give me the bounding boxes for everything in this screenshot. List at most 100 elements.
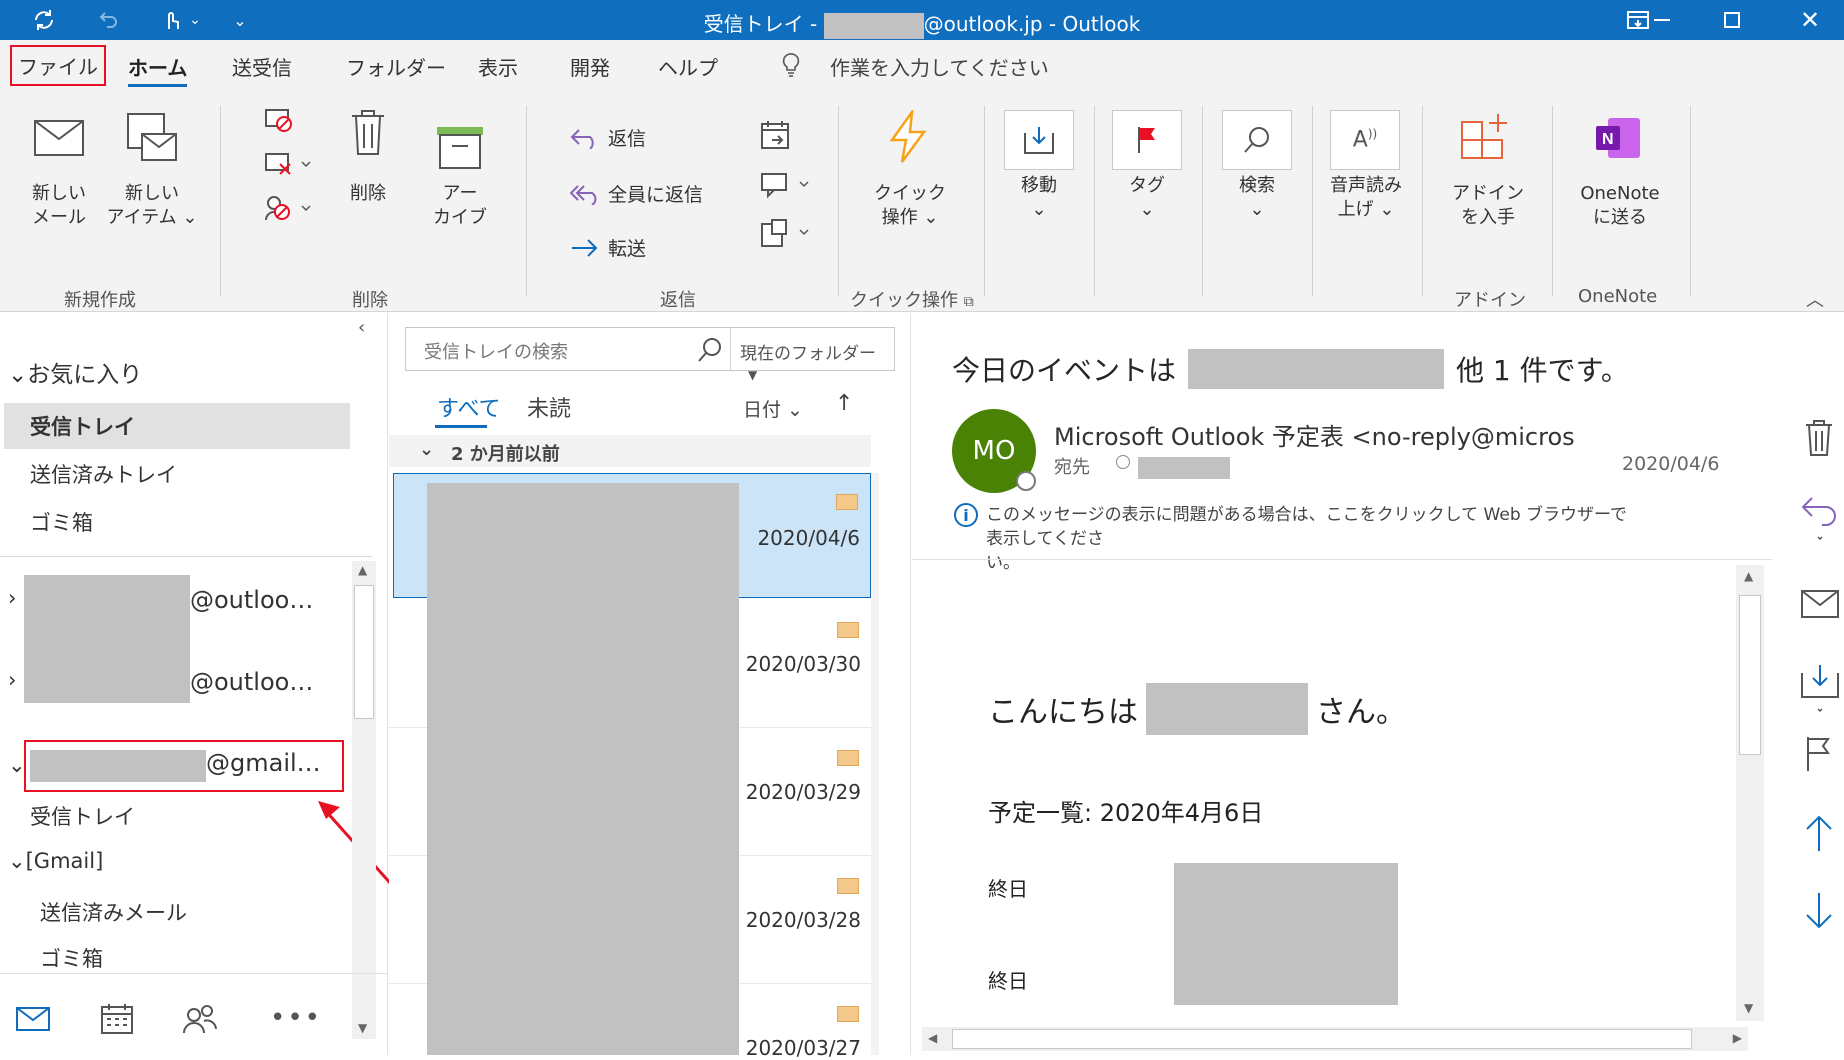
reading-vscrollbar[interactable]: ▲ ▼ bbox=[1736, 565, 1764, 1021]
reply-all-button[interactable]: 全員に返信 bbox=[570, 180, 703, 207]
folder-scrollbar[interactable]: ▲ ▼ bbox=[352, 561, 376, 1039]
read-aloud-button[interactable]: 音声読み 上げ ⌄ bbox=[1318, 174, 1414, 222]
move-icon[interactable] bbox=[1800, 663, 1840, 715]
message-date: 2020/03/27 bbox=[745, 1036, 861, 1060]
group-onenote-label: OneNote bbox=[1578, 286, 1658, 307]
scrollbar-thumb[interactable] bbox=[354, 585, 374, 719]
trash-icon[interactable] bbox=[350, 108, 386, 160]
title-bar: ⌄ ⌄ 受信トレイ - @outlook.jp - Outlook ✕ bbox=[0, 0, 1844, 40]
tell-me-search[interactable]: 作業を入力してください bbox=[830, 52, 1049, 81]
get-addins-button[interactable]: アドイン を入手 bbox=[1448, 182, 1528, 230]
filter-all-tab[interactable]: すべて bbox=[437, 391, 501, 423]
account-outlook-2[interactable]: @outloo… bbox=[190, 668, 313, 696]
delete-icon[interactable] bbox=[1804, 419, 1834, 457]
browser-view-notice[interactable]: このメッセージの表示に問題がある場合は、ここをクリックして Web ブラウザーで… bbox=[986, 503, 1636, 575]
sort-by-date[interactable]: 日付 ⌄ bbox=[743, 395, 803, 422]
people-nav-icon[interactable] bbox=[182, 1003, 218, 1039]
mail-nav-icon[interactable] bbox=[16, 1007, 50, 1035]
send-to-onenote-button[interactable]: OneNote に送る bbox=[1570, 182, 1670, 230]
gmail-sent[interactable]: 送信済みメール bbox=[40, 897, 187, 927]
favorites-header[interactable]: ⌄お気に入り bbox=[8, 355, 142, 389]
tab-developer[interactable]: 開発 bbox=[570, 52, 610, 81]
tab-send-receive[interactable]: 送受信 bbox=[232, 52, 292, 81]
redacted-block bbox=[427, 483, 739, 1055]
search-scope-dropdown[interactable]: 現在のフォルダー ▼ bbox=[740, 339, 894, 384]
folder-trash[interactable]: ゴミ箱 bbox=[30, 507, 93, 537]
cleanup-icon[interactable] bbox=[264, 150, 312, 182]
search-input[interactable]: 受信トレイの検索 bbox=[424, 338, 568, 364]
read-aloud-icon[interactable]: A)) bbox=[1330, 110, 1400, 170]
previous-item-icon[interactable] bbox=[1802, 813, 1836, 853]
forward-button[interactable]: 転送 bbox=[570, 234, 646, 261]
sender[interactable]: Microsoft Outlook 予定表 <no-reply@micros bbox=[1054, 417, 1575, 452]
tab-folder[interactable]: フォルダー bbox=[346, 52, 446, 81]
flag-icon[interactable] bbox=[1112, 110, 1182, 170]
gmail-inbox[interactable]: 受信トレイ bbox=[30, 801, 135, 831]
new-items-icon[interactable] bbox=[126, 112, 180, 168]
expand-icon[interactable]: › bbox=[8, 586, 16, 610]
more-nav-icon[interactable]: ••• bbox=[270, 1003, 322, 1033]
list-scrollbar[interactable] bbox=[871, 473, 879, 1055]
new-mail-button[interactable]: 新しい メール bbox=[24, 182, 94, 230]
find-button[interactable]: 検索 ⌄ bbox=[1222, 174, 1292, 222]
more-respond-icon[interactable] bbox=[760, 218, 812, 252]
onenote-icon[interactable]: N bbox=[1594, 116, 1642, 164]
scrollbar-thumb[interactable] bbox=[952, 1029, 1692, 1049]
group-quick-label: クイック操作 ⧉ bbox=[850, 290, 974, 311]
group-delete-label: 削除 bbox=[352, 290, 388, 311]
next-item-icon[interactable] bbox=[1802, 891, 1836, 931]
search-icon[interactable] bbox=[1222, 110, 1292, 170]
gmail-folder[interactable]: ⌄[Gmail] bbox=[8, 849, 103, 873]
ribbon-separator bbox=[984, 106, 985, 296]
group-header[interactable]: ⌄ 2 か月前以前 bbox=[389, 435, 871, 467]
reading-hscrollbar[interactable]: ◀ ▶ bbox=[922, 1027, 1748, 1051]
store-icon[interactable] bbox=[1460, 110, 1516, 166]
ignore-icon[interactable] bbox=[264, 106, 294, 138]
info-icon: i bbox=[954, 503, 978, 527]
new-items-button[interactable]: 新しい アイテム ⌄ bbox=[106, 182, 198, 230]
folder-sent[interactable]: 送信済みトレイ bbox=[30, 459, 177, 489]
scrollbar-thumb[interactable] bbox=[1739, 595, 1761, 755]
calendar-nav-icon[interactable] bbox=[100, 1003, 134, 1039]
tab-help[interactable]: ヘルプ bbox=[658, 52, 718, 81]
maximize-icon[interactable] bbox=[1718, 6, 1746, 34]
tags-button[interactable]: タグ ⌄ bbox=[1112, 174, 1182, 222]
filter-unread-tab[interactable]: 未読 bbox=[527, 391, 571, 423]
window-title: 受信トレイ - @outlook.jp - Outlook bbox=[0, 8, 1844, 39]
divider bbox=[0, 556, 372, 557]
tab-file[interactable]: ファイル bbox=[10, 45, 106, 86]
lightning-icon[interactable] bbox=[886, 107, 930, 168]
expand-icon[interactable]: › bbox=[8, 668, 16, 692]
mail-icon[interactable] bbox=[34, 120, 84, 160]
search-box[interactable]: 受信トレイの検索 現在のフォルダー ▼ bbox=[405, 327, 895, 382]
move-icon[interactable] bbox=[1004, 110, 1074, 170]
mark-read-icon[interactable] bbox=[1800, 589, 1840, 619]
gmail-trash[interactable]: ゴミ箱 bbox=[40, 943, 103, 973]
reply-icon[interactable] bbox=[1800, 493, 1840, 543]
im-icon[interactable] bbox=[760, 170, 812, 204]
tab-home[interactable]: ホーム bbox=[128, 52, 188, 87]
tab-view[interactable]: 表示 bbox=[478, 52, 518, 81]
sort-direction-icon[interactable]: ↑ bbox=[835, 391, 853, 416]
folder-inbox[interactable]: 受信トレイ bbox=[30, 411, 135, 441]
archive-icon[interactable] bbox=[436, 126, 484, 174]
flag-icon[interactable] bbox=[1802, 735, 1836, 775]
ribbon-separator bbox=[1202, 106, 1203, 296]
delete-button[interactable]: 削除 bbox=[340, 182, 396, 206]
collapse-icon[interactable]: ⌄ bbox=[8, 753, 26, 777]
minimize-icon[interactable] bbox=[1648, 6, 1676, 34]
account-gmail[interactable]: @gmail… bbox=[206, 749, 321, 777]
meeting-icon[interactable] bbox=[760, 120, 792, 154]
collapse-pane-icon[interactable]: ‹ bbox=[358, 317, 365, 338]
quick-steps-button[interactable]: クイック 操作 ⌄ bbox=[870, 182, 950, 230]
collapse-ribbon-icon[interactable]: ︿ bbox=[1806, 286, 1824, 312]
reply-button[interactable]: 返信 bbox=[570, 124, 646, 151]
close-icon[interactable]: ✕ bbox=[1796, 6, 1824, 34]
archive-button[interactable]: アー カイブ bbox=[428, 182, 492, 230]
junk-icon[interactable] bbox=[264, 194, 312, 226]
account-outlook-1[interactable]: @outloo… bbox=[190, 586, 313, 614]
ribbon-separator bbox=[1552, 106, 1553, 296]
move-button[interactable]: 移動 ⌄ bbox=[1004, 174, 1074, 222]
reply-all-icon bbox=[570, 184, 597, 205]
action-rail bbox=[1792, 313, 1844, 1055]
